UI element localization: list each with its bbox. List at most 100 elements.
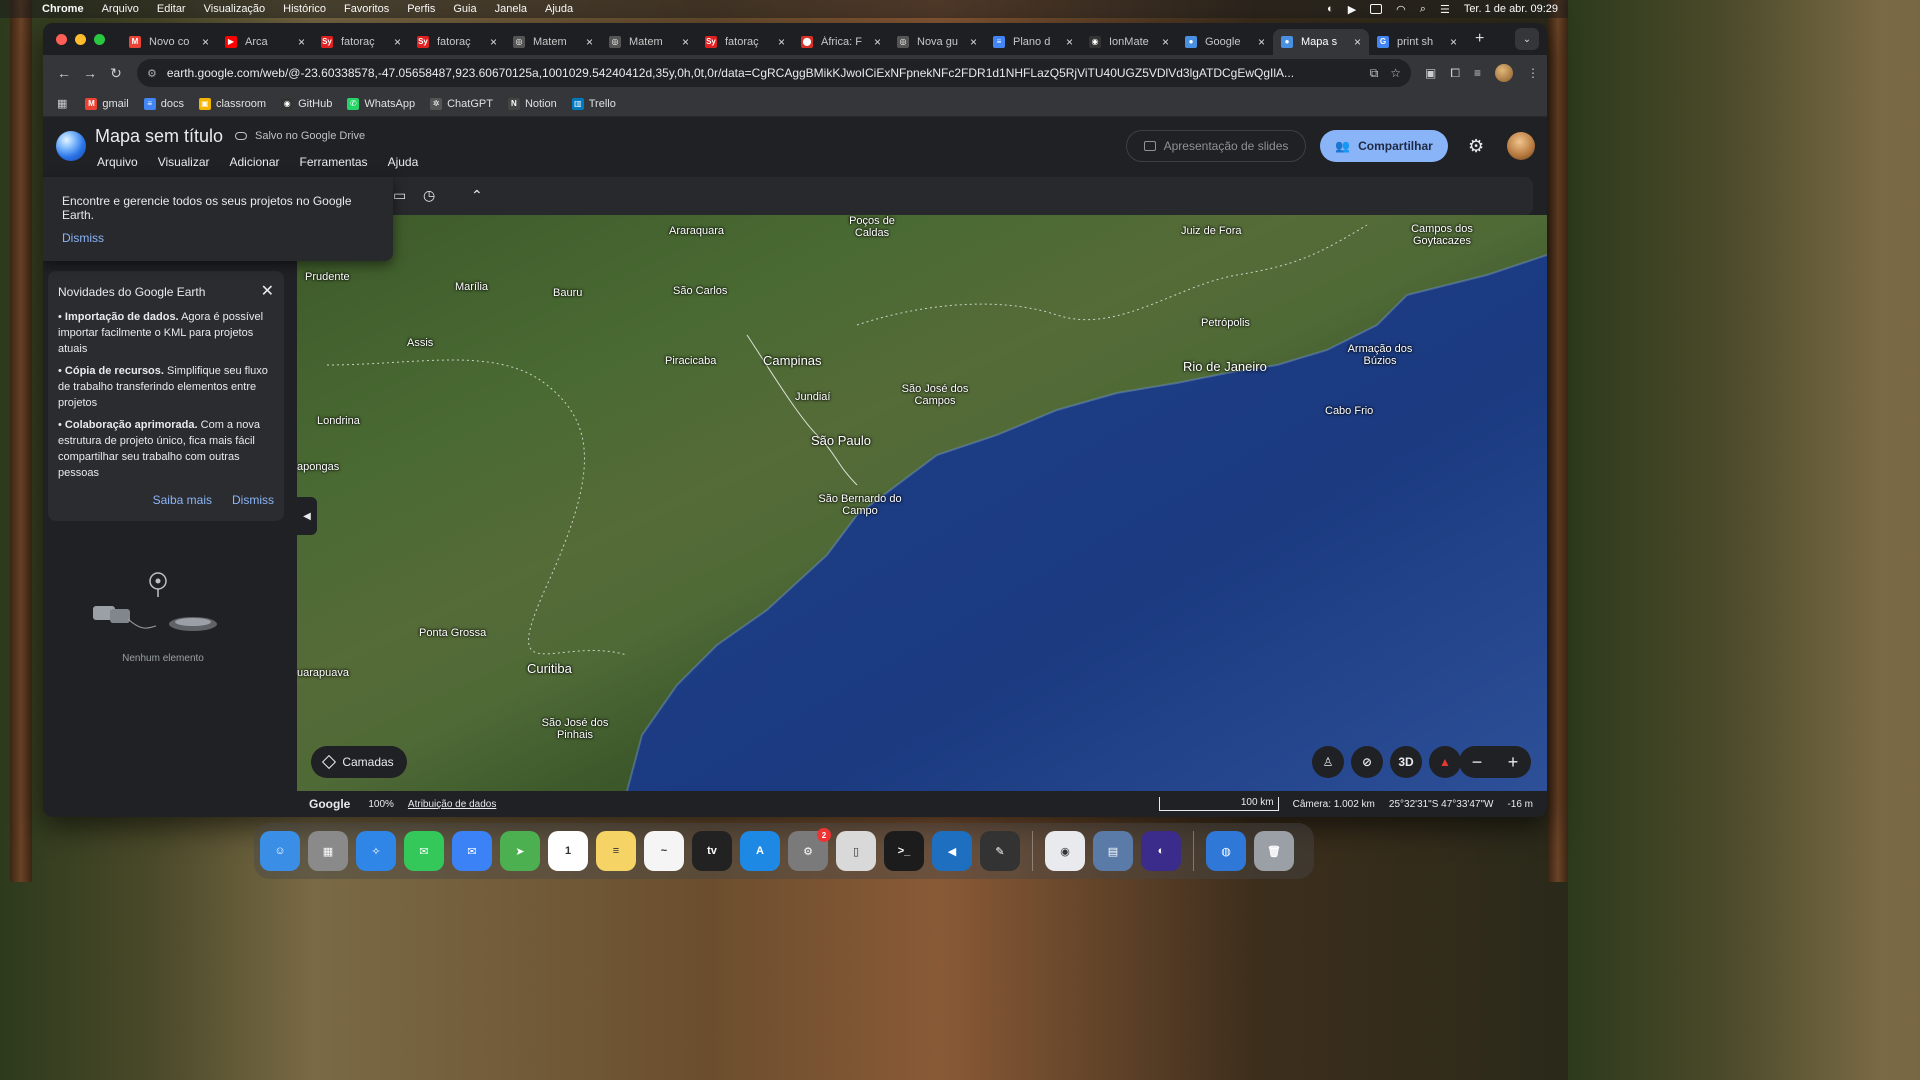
dock-maps-icon[interactable]: ➤	[500, 831, 540, 871]
tab-close-icon[interactable]: ×	[778, 35, 785, 49]
wifi-icon[interactable]: ◠	[1396, 3, 1406, 16]
menubar-item[interactable]: Histórico	[283, 3, 326, 15]
dock-app-store-icon[interactable]: A	[740, 831, 780, 871]
bookmark-star-icon[interactable]: ☆	[1390, 66, 1401, 80]
city-label[interactable]: São Carlos	[673, 285, 727, 297]
location-off-icon[interactable]: ⊘	[1351, 746, 1383, 778]
address-bar-url[interactable]: earth.google.com/web/@-23.60338578,-47.0…	[167, 66, 1358, 80]
layers-button[interactable]: Camadas	[311, 746, 407, 778]
menubar-item[interactable]: Arquivo	[102, 3, 139, 15]
control-center-icon[interactable]: ☰	[1440, 3, 1450, 16]
city-label[interactable]: Prudente	[305, 271, 350, 283]
bookmark-4[interactable]: ✆ WhatsApp	[347, 97, 415, 110]
bookmark-2[interactable]: ▣ classroom	[198, 97, 266, 110]
collapse-panel-chevron-left-icon[interactable]: ◀	[297, 497, 317, 535]
bookmark-0[interactable]: Mgmail	[85, 97, 129, 110]
tab-7[interactable]: ⬤ África: F ×	[793, 29, 889, 55]
share-button[interactable]: 👥 Compartilhar	[1320, 130, 1448, 162]
collapse-chevron-up-icon[interactable]: ⌃	[471, 187, 483, 204]
tip-dismiss-button[interactable]: Dismiss	[62, 231, 104, 245]
city-label[interactable]: Jundiaí	[795, 391, 830, 403]
tab-0[interactable]: M Novo co ×	[121, 29, 217, 55]
close-icon[interactable]: ✕	[261, 281, 274, 301]
compass-icon[interactable]: ▲	[1429, 746, 1461, 778]
spotlight-search-icon[interactable]: ⌕	[1420, 3, 1426, 16]
dock-chrome-icon[interactable]: ◉	[1045, 831, 1085, 871]
tab-close-icon[interactable]: ×	[298, 35, 305, 49]
city-label[interactable]: Araraquara	[669, 225, 724, 237]
settings-gear-icon[interactable]: ⚙	[1468, 136, 1484, 156]
dock-mail-icon[interactable]: ✉	[452, 831, 492, 871]
project-title[interactable]: Mapa sem título	[95, 126, 223, 147]
bookmark-7[interactable]: ▥ Trello	[571, 97, 616, 110]
play-status-icon[interactable]: ▶	[1348, 3, 1356, 16]
city-label[interactable]: Armação dos Búzios	[1345, 343, 1415, 367]
menubar-item[interactable]: Ajuda	[545, 3, 573, 15]
dock-ipad-mirror-icon[interactable]: ▯	[836, 831, 876, 871]
earth-map-view[interactable]: Araraquara Poços de Caldas Juiz de Fora Cam…	[297, 215, 1547, 791]
city-label[interactable]: São José dos Pinhais	[535, 717, 615, 741]
tab-close-icon[interactable]: ×	[394, 35, 401, 49]
new-tab-button[interactable]: +	[1475, 30, 1484, 48]
tab-10[interactable]: ◉ IonMate ×	[1081, 29, 1177, 55]
forward-button[interactable]: →	[77, 65, 103, 81]
toggle-3d-button[interactable]: 3D	[1390, 746, 1422, 778]
city-label[interactable]: Campos dos Goytacazes	[1397, 223, 1487, 247]
tab-2[interactable]: Sy fatoraç ×	[313, 29, 409, 55]
battery-icon[interactable]	[1370, 4, 1383, 14]
city-label[interactable]: Curitiba	[527, 662, 572, 675]
bookmark-3[interactable]: ◉ GitHub	[281, 97, 332, 110]
dock-notes-icon[interactable]: ≡	[596, 831, 636, 871]
account-avatar[interactable]	[1507, 132, 1535, 160]
menubar-app-name[interactable]: Chrome	[42, 3, 84, 15]
learn-more-link[interactable]: Saiba mais	[153, 493, 212, 507]
tab-3[interactable]: Sy fatoraç ×	[409, 29, 505, 55]
reload-button[interactable]: ↻	[103, 65, 129, 82]
status-menu-icon[interactable]: ◐	[1327, 3, 1334, 15]
address-bar[interactable]: ⚙ earth.google.com/web/@-23.60338578,-47…	[137, 59, 1412, 87]
tab-close-icon[interactable]: ×	[1066, 35, 1073, 49]
app-menu-visualizar[interactable]: Visualizar	[158, 155, 210, 169]
menubar-item[interactable]: Guia	[453, 3, 476, 15]
tab-5[interactable]: ◎ Matem ×	[601, 29, 697, 55]
city-label[interactable]: São Bernardo do Campo	[815, 493, 905, 517]
dock-safari-icon[interactable]: ✧	[356, 831, 396, 871]
city-label[interactable]: uarapuava	[297, 667, 349, 679]
app-menu-adicionar[interactable]: Adicionar	[230, 155, 280, 169]
tab-close-icon[interactable]: ×	[1258, 35, 1265, 49]
tab-search-button[interactable]: ⌄	[1515, 28, 1539, 50]
zoom-in-button[interactable]: +	[1508, 752, 1519, 773]
city-label[interactable]: Juiz de Fora	[1181, 225, 1242, 237]
app-menu-ferramentas[interactable]: Ferramentas	[300, 155, 368, 169]
city-label[interactable]: Petrópolis	[1201, 317, 1250, 329]
tab-close-icon[interactable]: ×	[586, 35, 593, 49]
profile-avatar[interactable]	[1495, 64, 1513, 82]
menubar-item[interactable]: Favoritos	[344, 3, 389, 15]
menubar-item[interactable]: Visualização	[204, 3, 266, 15]
dock-vscode-icon[interactable]: ◀	[932, 831, 972, 871]
menubar-item[interactable]: Perfis	[407, 3, 435, 15]
city-label[interactable]: Assis	[407, 337, 433, 349]
dock-downloads-icon[interactable]: ◍	[1206, 831, 1246, 871]
tab-close-icon[interactable]: ×	[490, 35, 497, 49]
chrome-menu-icon[interactable]: ⋮	[1527, 66, 1539, 80]
tab-11[interactable]: ● Google ×	[1177, 29, 1273, 55]
media-controls-icon[interactable]: ≡	[1474, 66, 1481, 80]
tab-1[interactable]: ▶ Arca ×	[217, 29, 313, 55]
site-info-icon[interactable]: ⚙	[147, 67, 157, 80]
dock-arc-icon[interactable]: ◐	[1141, 831, 1181, 871]
city-label[interactable]: Londrina	[317, 415, 360, 427]
city-label[interactable]: Bauru	[553, 287, 582, 299]
dock-finder-icon[interactable]: ☺	[260, 831, 300, 871]
city-label[interactable]: Cabo Frio	[1325, 405, 1373, 417]
dock-pages-icon[interactable]: ✎	[980, 831, 1020, 871]
tab-8[interactable]: ◎ Nova gu ×	[889, 29, 985, 55]
tab-close-icon[interactable]: ×	[202, 35, 209, 49]
city-label[interactable]: São José dos Campos	[895, 383, 975, 407]
city-label[interactable]: Campinas	[763, 354, 822, 367]
dock-trash-icon[interactable]: 🗑	[1254, 831, 1294, 871]
close-window-button[interactable]	[56, 33, 67, 45]
dock-messages-icon[interactable]: ✉	[404, 831, 444, 871]
tab-close-icon[interactable]: ×	[874, 35, 881, 49]
tab-close-icon[interactable]: ×	[1162, 35, 1169, 49]
